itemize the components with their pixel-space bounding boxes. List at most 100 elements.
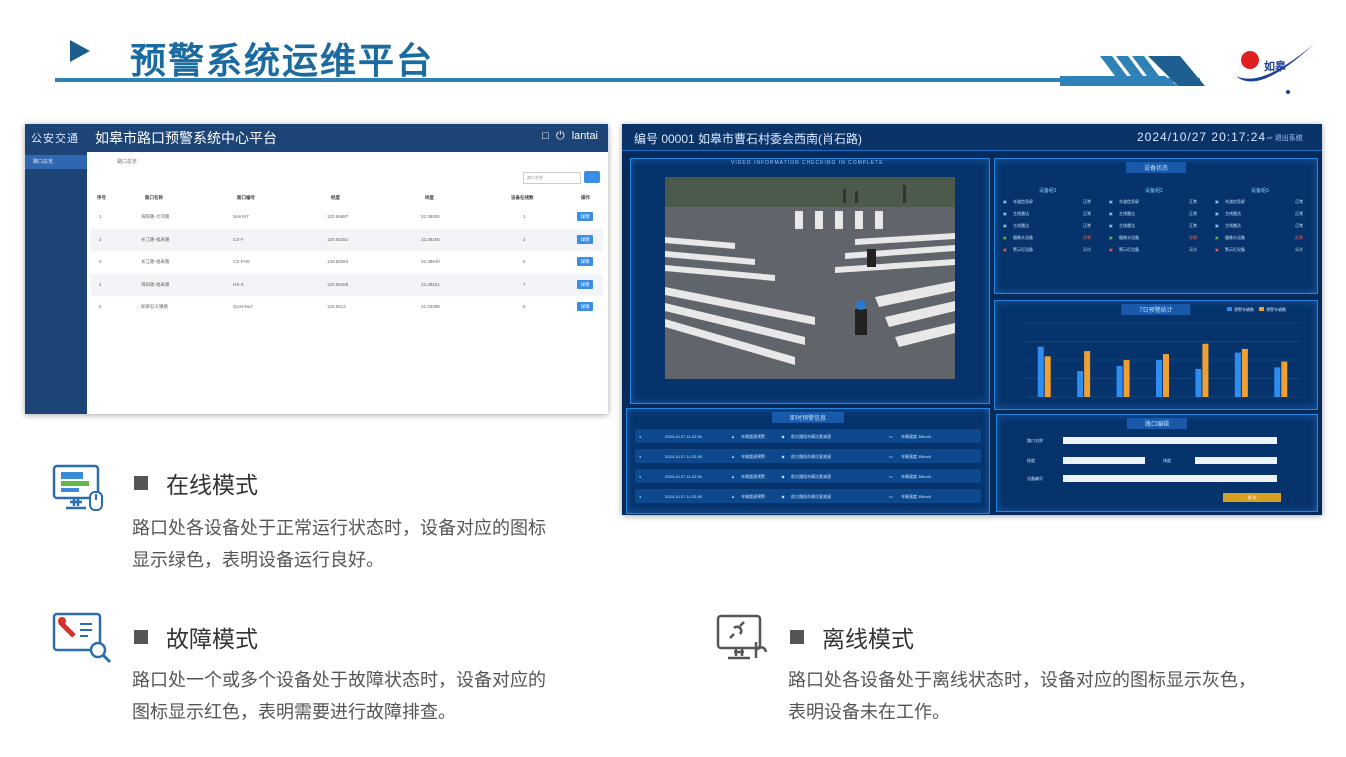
device-status-icon[interactable]: ▣ [1109, 223, 1113, 228]
device-status-icon[interactable]: ▣ [1003, 235, 1007, 240]
device-state: 正常 [1083, 199, 1091, 204]
search-button[interactable] [584, 171, 600, 183]
alarm-message: 前方路段车辆注意减速 [791, 454, 831, 459]
device-state: 异常 [1083, 235, 1091, 240]
chart-bar [1077, 371, 1084, 397]
warning-icon: ▲ [731, 434, 735, 439]
detail-button[interactable]: 详情 [577, 212, 593, 221]
device-status-icon[interactable]: ▣ [1109, 211, 1113, 216]
device-name: 车道信息屏 [1119, 199, 1139, 204]
device-status-icon[interactable]: ▣ [1215, 211, 1219, 216]
city-logo: 如皋 [1236, 44, 1314, 94]
alarm-row[interactable]: ● 2024-10-27 11:22:36 ▲ 车辆超速预警 ◀ 前方路段车辆注意减速 ▭ 车… [635, 489, 981, 503]
device-status-icon[interactable]: ▣ [1215, 199, 1219, 204]
chart-bar [1195, 368, 1202, 397]
device-status-title: 设备状态 [1125, 162, 1187, 173]
device-state: 正常 [1189, 199, 1197, 204]
device-status-icon[interactable]: ▣ [1109, 235, 1113, 240]
video-caption: VIDEO INFORMATION CHECKING IN COMPLETE [731, 160, 884, 166]
stripe-decoration [1060, 56, 1205, 86]
form-label: 纬度 [1163, 458, 1171, 463]
logout-label: 退出系统 [1274, 135, 1303, 142]
detail-button[interactable]: 详情 [577, 234, 593, 244]
name-field[interactable] [1063, 437, 1277, 444]
device-status-icon[interactable]: ▣ [1109, 247, 1113, 252]
chart-bar [1116, 365, 1123, 397]
dashboard-datetime: 2024/10/27 20:17:24 [1137, 130, 1267, 144]
alarm-row[interactable]: ● 2024-10-27 11:22:36 ▲ 车辆超速预警 ◀ 前方路段车辆注意减速 ▭ 车… [635, 449, 981, 463]
device-state: 正常 [1083, 223, 1091, 228]
device-status-icon[interactable]: ▣ [1003, 199, 1007, 204]
intersection-video[interactable] [665, 177, 955, 379]
chart-bar [1241, 348, 1248, 397]
device-status-icon[interactable]: ▣ [1215, 247, 1219, 252]
warning-icon: ▲ [731, 454, 735, 459]
table-row[interactable]: 3 长江路-福寿路 CS-FHS 120.56364 32.38640 6 详情 [91, 251, 603, 274]
table-row[interactable]: 4 海阳路-福寿路 HS-X 120.56365 32.38521 7 详情 [91, 273, 603, 296]
column-header: 序号 [97, 195, 106, 200]
monitor-icon[interactable]: □ [542, 130, 549, 142]
device-name: 车道信息屏 [1225, 199, 1245, 204]
logo-text: 如皋 [1264, 59, 1287, 73]
platform-logo: 公安交通 [31, 133, 79, 145]
cell-lat: 32.40389 [421, 304, 440, 309]
alarm-message: 前方路段车辆注意减速 [791, 434, 831, 439]
alarm-row[interactable]: ● 2024-10-27 11:22:36 ▲ 车辆超速预警 ◀ 前方路段车辆注意减速 ▭ 车… [635, 429, 981, 443]
logout-button[interactable]: ⇨ 退出系统 [1267, 133, 1303, 143]
bullet-square [790, 630, 804, 644]
fault-mode-heading: 故障模式 [134, 620, 258, 654]
sidebar-item-overview[interactable]: 路口总览 [25, 155, 87, 169]
alarm-time: 2024-10-27 11:22:36 [665, 494, 702, 499]
alarm-type: 车辆超速预警 [741, 494, 765, 499]
device-state: 离线 [1295, 247, 1303, 252]
device-status-icon[interactable]: ▣ [1003, 223, 1007, 228]
fault-mode-title: 故障模式 [166, 626, 258, 652]
platform-user[interactable]: lantai [572, 130, 598, 142]
power-icon[interactable]: ⏻ [556, 130, 565, 142]
speaker-icon: ◀ [781, 454, 785, 459]
device-state: 正常 [1189, 211, 1197, 216]
status-column-head: 设备组1 [1039, 188, 1057, 194]
column-header: 路口编号 [237, 195, 255, 200]
device-status-icon[interactable]: ▣ [1215, 223, 1219, 228]
screen-icon: ▭ [889, 454, 893, 459]
form-label: 经度 [1027, 458, 1035, 463]
platform-topbar: 公安交通 如皋市路口预警系统中心平台 □ ⏻ lantai [25, 124, 608, 152]
device-status-icon[interactable]: ▣ [1215, 235, 1219, 240]
chart-bar [1123, 360, 1130, 397]
device-status-icon[interactable]: ▣ [1003, 247, 1007, 252]
offline-monitor-icon [716, 614, 768, 660]
search-input[interactable]: 路口名称 [523, 172, 581, 184]
save-button[interactable]: 保 存 [1223, 493, 1281, 502]
warning-chart-panel: 7日预警统计 预警车辆数 预警车辆数 [994, 300, 1318, 410]
column-header: 操作 [581, 195, 590, 200]
device-name: 车道信息屏 [1013, 199, 1033, 204]
latitude-field[interactable] [1195, 457, 1277, 464]
form-label: 路口名称 [1027, 438, 1043, 443]
alarm-row[interactable]: ● 2024-10-27 11:22:36 ▲ 车辆超速预警 ◀ 前方路段车辆注意减速 ▭ 车… [635, 469, 981, 483]
alarm-type: 车辆超速预警 [741, 454, 765, 459]
cell-lng: 120.56364 [327, 259, 349, 264]
alarm-speed: 车辆速度 36km/h [901, 434, 932, 439]
chart-bar [1281, 361, 1288, 397]
device-status-icon[interactable]: ▣ [1003, 211, 1007, 216]
device-code-field[interactable] [1063, 475, 1277, 482]
table-row[interactable]: 1 海阳路-大司路 NanYeT 120.56887 32.38005 1 详情 [91, 206, 603, 229]
alarm-time: 2024-10-27 11:22:36 [665, 434, 702, 439]
device-status-icon[interactable]: ▣ [1109, 199, 1113, 204]
device-name: 主线雷达 [1225, 223, 1241, 228]
offline-mode-description: 路口处各设备处于离线状态时，设备对应的图标显示灰色， 表明设备未在工作。 [788, 664, 1256, 728]
device-name: 主线雷达 [1119, 211, 1135, 216]
detail-button[interactable]: 详情 [577, 257, 593, 266]
longitude-field[interactable] [1063, 457, 1145, 464]
screen-icon: ▭ [889, 434, 893, 439]
warning-bar-chart [1025, 322, 1301, 398]
cell-name: 海阳路-大司路 [141, 214, 170, 219]
detail-button[interactable]: 详情 [577, 279, 593, 289]
detail-button[interactable]: 详情 [577, 302, 593, 311]
offline-mode-title: 离线模式 [822, 626, 914, 652]
dashboard-title: 编号 00001 如皋市曹石村委会西南(肖石路) [634, 132, 863, 146]
cell-lat: 32.38005 [421, 214, 440, 219]
table-row[interactable]: 2 长江路-福寿路 CS-F 120.56351 32.38160 2 详情 [91, 228, 603, 251]
table-row[interactable]: 5 如皋石头镇路 QuXi-NuT 120.5612 32.40389 8 详情 [91, 296, 603, 319]
